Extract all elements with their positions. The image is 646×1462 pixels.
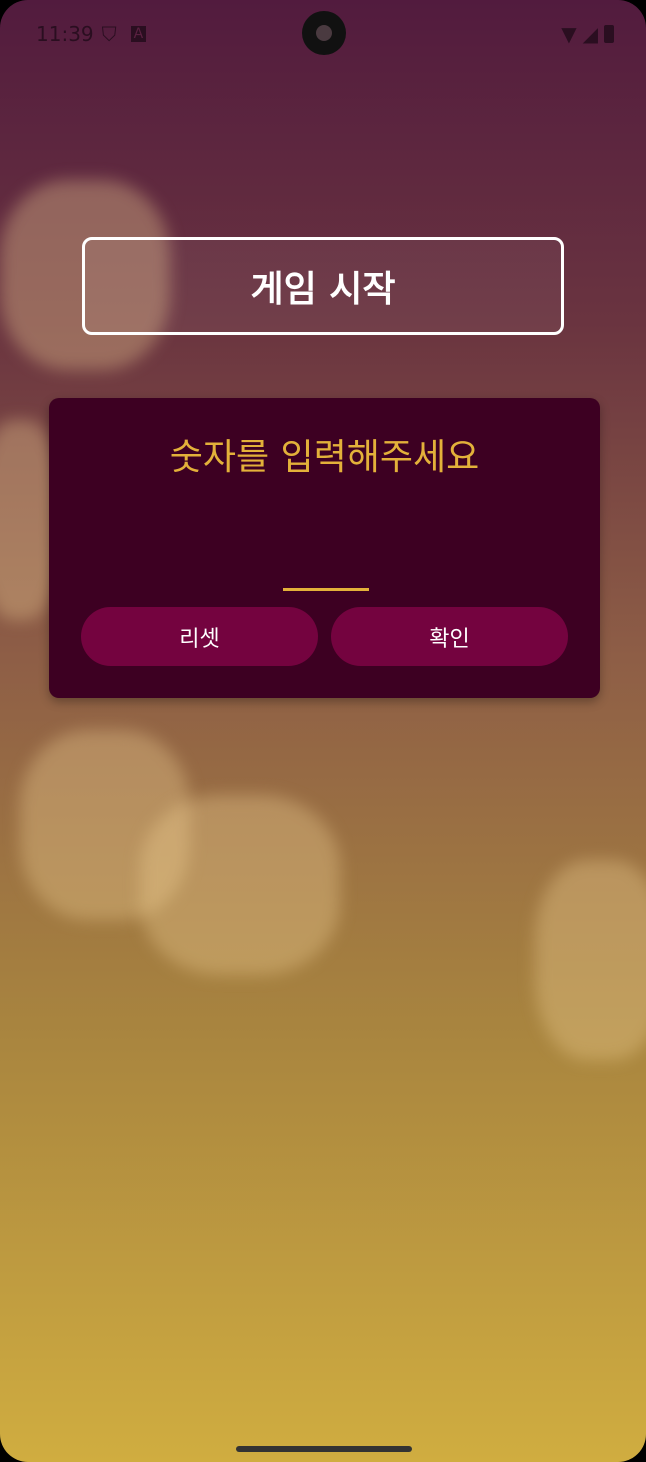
start-game-button[interactable]: 게임 시작	[82, 237, 564, 335]
prompt-text: 숫자를 입력해주세요	[169, 437, 480, 478]
confirm-button[interactable]: 확인	[331, 607, 568, 666]
number-input[interactable]	[283, 548, 369, 591]
background-decoration	[535, 860, 646, 1060]
signal-icon: ◢	[582, 22, 598, 46]
wifi-icon: ▼	[561, 22, 577, 46]
shield-icon: ⛉	[101, 22, 117, 46]
battery-icon	[604, 25, 614, 43]
reset-button[interactable]: 리셋	[81, 607, 318, 666]
background-decoration	[140, 795, 340, 975]
status-time: 11:39	[36, 22, 94, 46]
camera-cutout	[302, 11, 346, 55]
number-input-card: 숫자를 입력해주세요 리셋 확인	[49, 398, 600, 698]
keyboard-icon: A	[130, 26, 147, 42]
app-screen: 11:39 ⛉ A ▼ ◢ 게임 시작 숫자를 입력해주세요 리셋 확인	[0, 0, 646, 1462]
home-indicator[interactable]	[236, 1446, 412, 1452]
